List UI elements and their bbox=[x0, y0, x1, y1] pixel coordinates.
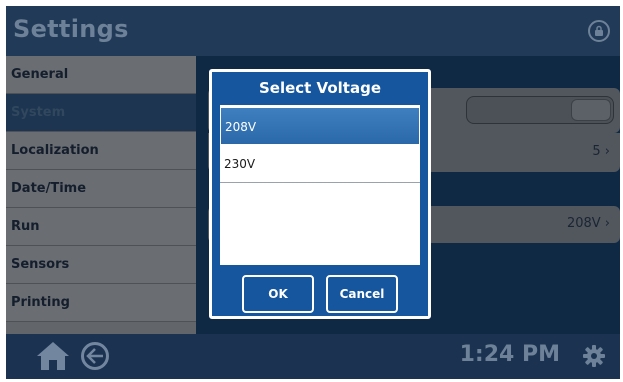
sidebar-item-label: Date/Time bbox=[11, 181, 87, 196]
cancel-button[interactable]: Cancel bbox=[326, 275, 398, 313]
toggle-switch[interactable] bbox=[466, 96, 614, 124]
sidebar-item-label: Run bbox=[11, 219, 40, 234]
header-bar: Settings bbox=[6, 6, 620, 56]
sidebar-item-run[interactable]: Run bbox=[6, 208, 196, 246]
option-230v[interactable]: 230V bbox=[220, 145, 420, 183]
select-voltage-dialog: Select Voltage 208V 230V OK Cancel bbox=[209, 69, 431, 319]
voltage-option-list[interactable]: 208V 230V bbox=[220, 105, 420, 265]
option-208v[interactable]: 208V bbox=[220, 107, 420, 145]
clock-time: 1:24 PM bbox=[459, 342, 560, 367]
sidebar-item-sensors[interactable]: Sensors bbox=[6, 246, 196, 284]
toggle-knob bbox=[571, 99, 611, 121]
device-screen: Settings General System Localization Dat… bbox=[6, 6, 620, 379]
home-icon[interactable] bbox=[35, 340, 71, 376]
gear-icon[interactable] bbox=[582, 344, 606, 372]
sidebar-item-system[interactable]: System bbox=[6, 94, 196, 132]
sidebar-item-printing[interactable]: Printing bbox=[6, 284, 196, 322]
chevron-right-icon: › bbox=[604, 144, 610, 159]
sidebar-item-general[interactable]: General bbox=[6, 56, 196, 94]
sidebar-item-localization[interactable]: Localization bbox=[6, 132, 196, 170]
bottom-bar: 1:24 PM bbox=[6, 334, 620, 379]
back-arrow-icon[interactable] bbox=[81, 342, 109, 370]
sidebar-item-label: General bbox=[11, 67, 69, 82]
row-value: 208V › bbox=[566, 216, 610, 231]
sidebar-item-label: Printing bbox=[11, 295, 70, 310]
sidebar-item-date-time[interactable]: Date/Time bbox=[6, 170, 196, 208]
ok-button[interactable]: OK bbox=[242, 275, 314, 313]
sidebar-item-label: Sensors bbox=[11, 257, 70, 272]
sidebar-item-label: System bbox=[11, 105, 66, 120]
row-value: 5 › bbox=[592, 144, 610, 159]
chevron-right-icon: › bbox=[604, 216, 610, 231]
page-title: Settings bbox=[13, 15, 129, 43]
dialog-title: Select Voltage bbox=[258, 79, 381, 97]
lock-icon[interactable] bbox=[588, 20, 610, 42]
sidebar-item-label: Localization bbox=[11, 143, 99, 158]
settings-sidebar: General System Localization Date/Time Ru… bbox=[6, 56, 196, 334]
